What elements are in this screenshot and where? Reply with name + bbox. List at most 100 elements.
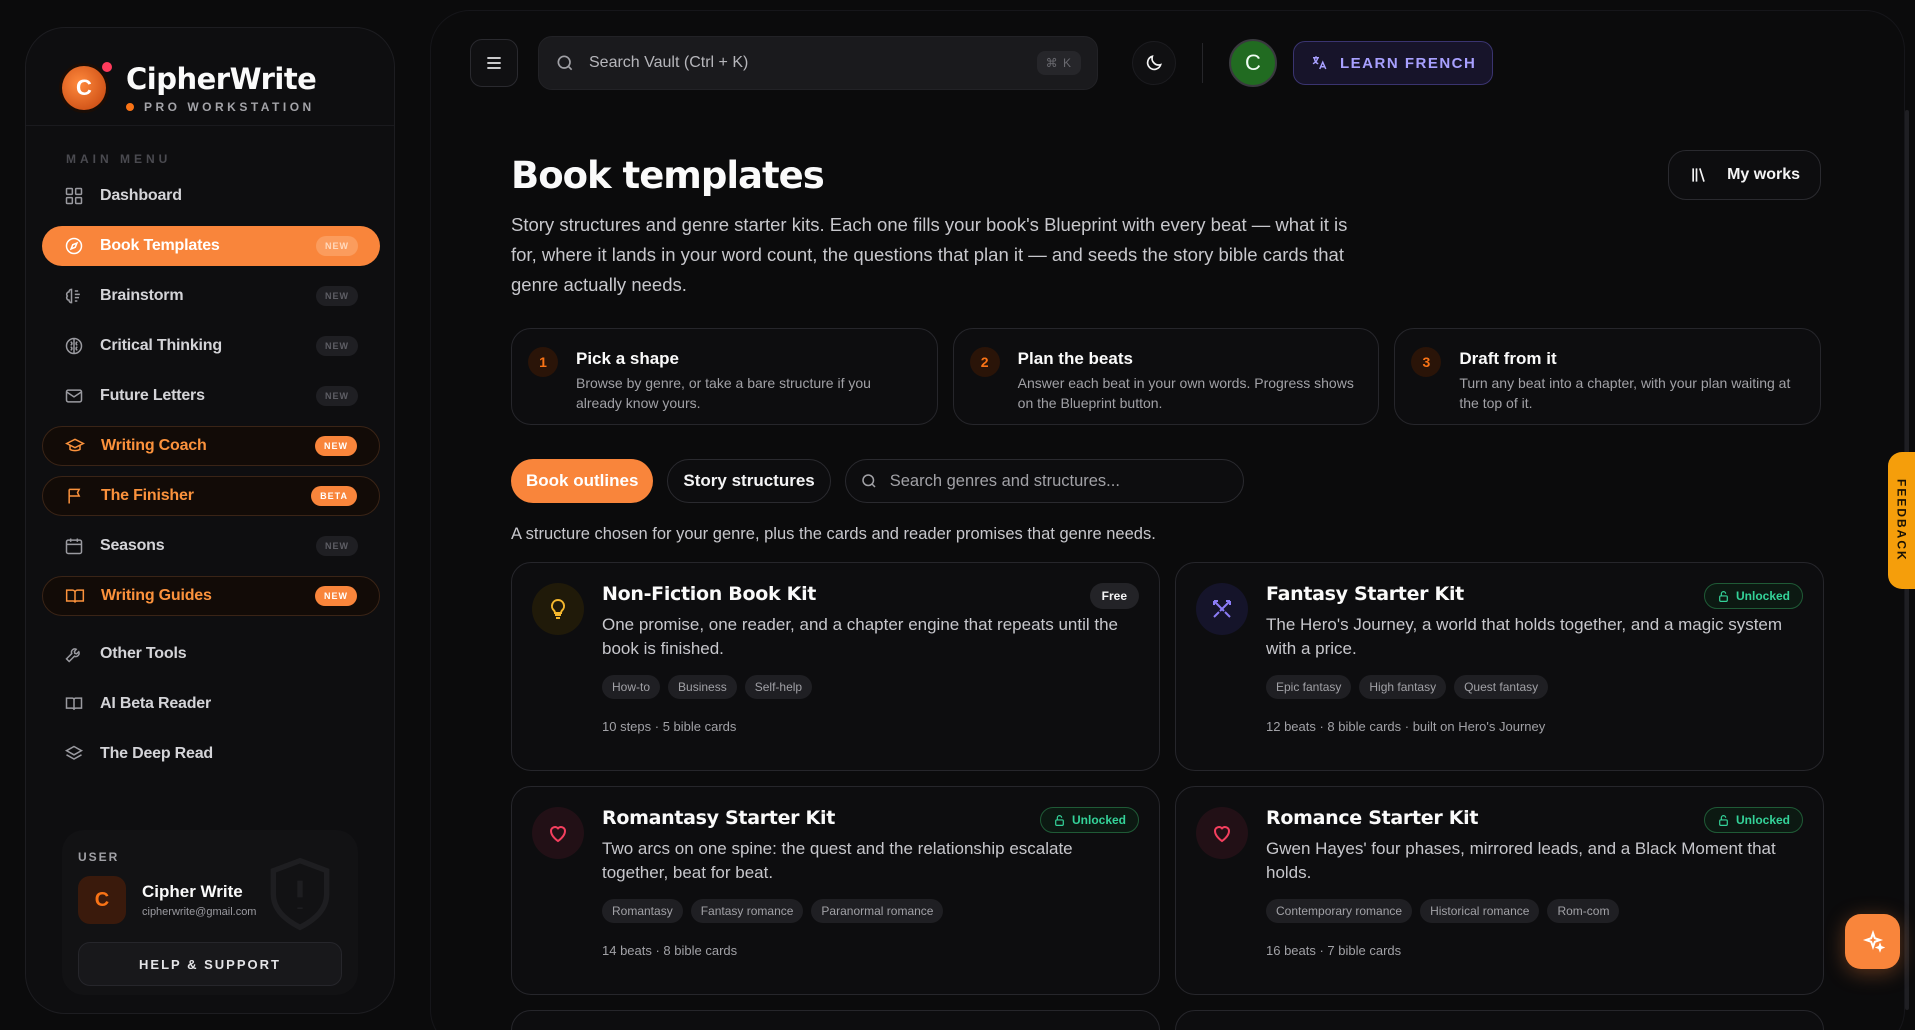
sparkle-icon [1862,929,1885,953]
flag-icon [68,488,81,504]
mail-icon [65,389,83,403]
template-card-romantasy[interactable]: Romantasy Starter Kit Two arcs on one sp… [511,786,1160,995]
sidebar-item-seasons[interactable]: Seasons NEW [42,526,380,566]
step-description: Answer each beat in your own words. Prog… [1017,375,1354,411]
my-works-label: My works [1727,166,1800,183]
card-description: Gwen Hayes' four phases, mirrored leads,… [1266,839,1776,882]
step-description: Turn any beat into a chapter, with your … [1459,375,1791,411]
sidebar-item-other-tools[interactable]: Other Tools [42,634,380,674]
search-placeholder: Search Vault (Ctrl + K) [589,54,749,71]
template-card[interactable] [1175,1010,1824,1030]
sidebar-item-writing-guides[interactable]: Writing Guides NEW [42,576,380,616]
step-card: 1 Pick a shape Browse by genre, or take … [511,328,938,425]
brand[interactable]: C CipherWrite PRO WORKSTATION [26,28,394,126]
genre-tag: High fantasy [1359,675,1447,699]
sidebar-item-brainstorm[interactable]: Brainstorm NEW [42,276,380,316]
step-number: 1 [528,347,558,377]
step-description: Browse by genre, or take a bare structur… [576,375,871,411]
sidebar-item-the-finisher[interactable]: The Finisher BETA [42,476,380,516]
unlock-icon [1719,814,1728,826]
vault-search-input[interactable]: Search Vault (Ctrl + K) ⌘ K [538,36,1098,90]
search-icon [861,474,876,488]
brain-circle-icon [65,337,83,355]
tag-list: Epic fantasy High fantasy Quest fantasy [1266,675,1803,699]
help-support-button[interactable]: HELP & SUPPORT [78,942,342,986]
template-card-fantasy[interactable]: Fantasy Starter Kit The Hero's Journey, … [1175,562,1824,771]
sidebar-item-label: Book Templates [100,237,220,254]
step-number: 3 [1411,347,1442,377]
template-card[interactable] [511,1010,1160,1030]
tag-list: Romantasy Fantasy romance Paranormal rom… [602,899,1139,923]
feedback-label: FEEDBACK [1894,479,1909,562]
graduation-cap-icon [65,438,85,452]
card-meta: 12 beats · 8 bible cards · built on Hero… [1266,719,1546,734]
filter-description: A structure chosen for your genre, plus … [511,525,1156,543]
genre-tag: Romantasy [602,899,683,923]
sidebar-item-label: Writing Coach [101,437,207,454]
genre-tag: Rom-com [1547,899,1620,923]
sidebar-item-critical-thinking[interactable]: Critical Thinking NEW [42,326,380,366]
hamburger-icon [487,57,501,69]
genre-tag: Self-help [744,675,813,699]
theme-toggle-button[interactable] [1132,41,1176,85]
unlocked-badge: Unlocked [1703,807,1803,833]
sidebar-item-ai-beta-reader[interactable]: AI Beta Reader [42,684,380,724]
sidebar-item-future-letters[interactable]: Future Letters NEW [42,376,380,416]
library-icon [1692,168,1705,182]
new-badge: NEW [316,236,358,256]
lightbulb-icon [532,583,584,635]
step-title: Plan the beats [1017,349,1133,368]
sidebar-item-dashboard[interactable]: Dashboard [42,176,380,216]
step-number: 2 [969,347,1000,377]
avatar[interactable]: C [1229,39,1277,87]
sidebar-item-label: Seasons [100,537,165,554]
search-icon [557,55,573,71]
genre-tag: Quest fantasy [1454,675,1549,699]
sidebar-item-label: AI Beta Reader [100,695,212,712]
genre-tag: Fantasy romance [690,899,804,923]
brand-subtitle: PRO WORKSTATION [126,100,316,114]
sidebar-item-label: The Deep Read [100,745,213,762]
user-card: USER C Cipher Write cipherwrite@gmail.co… [62,830,358,995]
genre-search-input[interactable]: Search genres and structures... [844,459,1244,503]
genre-tag: Historical romance [1420,899,1540,923]
sidebar-item-the-deep-read[interactable]: The Deep Read [42,734,380,774]
my-works-button[interactable]: My works [1668,150,1821,200]
beta-badge: BETA [311,486,357,506]
sidebar-item-label: The Finisher [101,487,194,504]
compass-icon [65,237,83,255]
tag-list: How-to Business Self-help [602,675,1139,699]
template-card-romance[interactable]: Romance Starter Kit Gwen Hayes' four pha… [1175,786,1824,995]
menu-toggle-button[interactable] [470,39,518,87]
step-card: 2 Plan the beats Answer each beat in you… [952,328,1380,425]
filter-bar: Book outlines Story structures Search ge… [511,459,1821,503]
learn-french-label: LEARN FRENCH [1340,54,1477,72]
genre-tag: Business [668,675,737,699]
ai-assistant-button[interactable] [1845,914,1900,969]
book-open-icon [65,589,85,603]
card-description: Two arcs on one spine: the quest and the… [602,839,1073,882]
topbar: Search Vault (Ctrl + K) ⌘ K C LEARN FREN… [470,36,1494,90]
card-description: One promise, one reader, and a chapter e… [602,615,1119,658]
card-meta: 10 steps · 5 bible cards [602,719,737,734]
sidebar-item-label: Dashboard [100,187,182,204]
unlocked-badge: Unlocked [1703,583,1803,609]
sidebar-item-book-templates[interactable]: Book Templates NEW [42,226,380,266]
book-reader-icon [65,697,83,710]
genre-search-placeholder: Search genres and structures... [889,471,1120,490]
template-grid: Non-Fiction Book Kit One promise, one re… [511,562,1824,1030]
user-email: cipherwrite@gmail.com [142,906,257,918]
page-content: Book templates My works Story structures… [511,150,1824,1030]
feedback-tab[interactable]: FEEDBACK [1888,452,1915,589]
page-title: Book templates [511,154,825,197]
menu-label: MAIN MENU [66,152,172,166]
template-card-nonfiction[interactable]: Non-Fiction Book Kit One promise, one re… [511,562,1160,771]
sidebar-item-writing-coach[interactable]: Writing Coach NEW [42,426,380,466]
card-description: The Hero's Journey, a world that holds t… [1266,615,1783,658]
sidebar-item-label: Writing Guides [101,587,212,604]
tab-book-outlines[interactable]: Book outlines [511,459,654,503]
tab-story-structures[interactable]: Story structures [667,459,831,503]
learn-french-button[interactable]: LEARN FRENCH [1293,41,1494,85]
new-badge: NEW [316,286,358,306]
unlock-icon [1055,814,1064,826]
